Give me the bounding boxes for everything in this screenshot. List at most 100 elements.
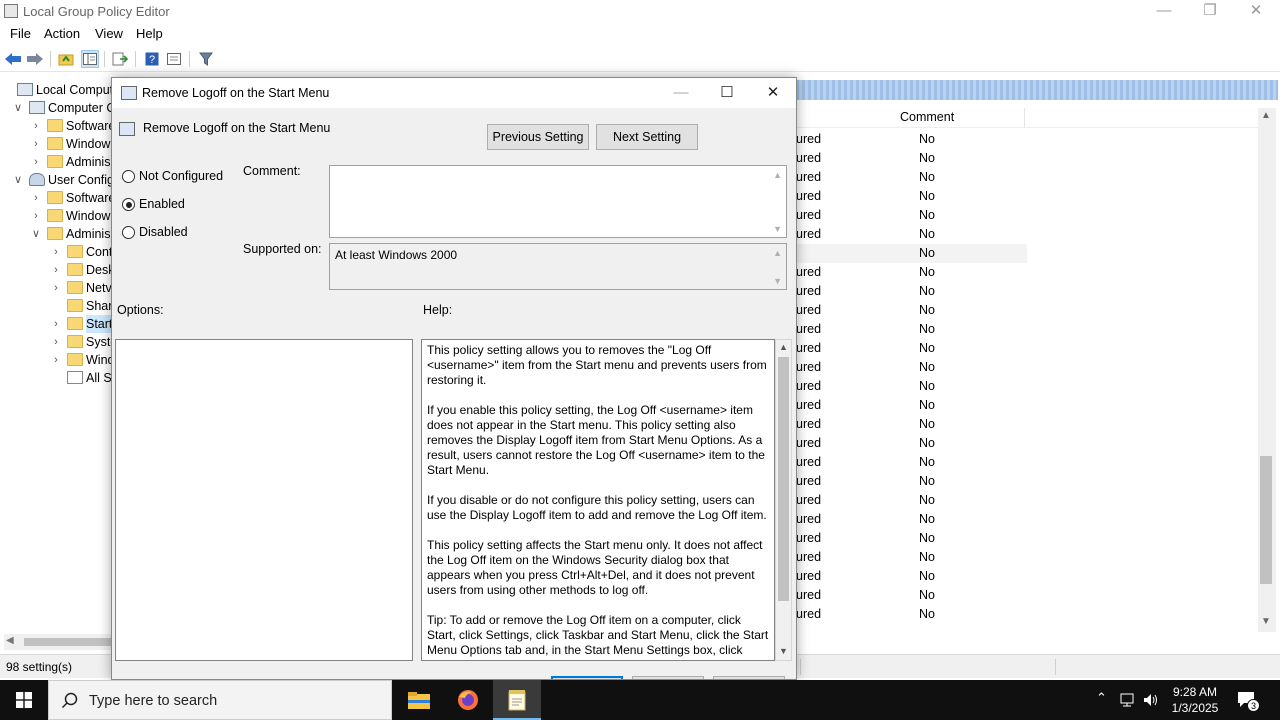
tree-node[interactable]: Local Compute xyxy=(0,81,111,99)
help-pane[interactable]: This policy setting allows you to remove… xyxy=(421,339,775,661)
table-row[interactable]: ured No xyxy=(796,548,1256,567)
table-row[interactable]: ured No xyxy=(796,377,1256,396)
table-row[interactable]: ured No xyxy=(796,320,1256,339)
table-row[interactable]: ured No xyxy=(796,206,1256,225)
tree-node[interactable]: All S xyxy=(50,369,111,387)
radio-circle[interactable] xyxy=(122,198,135,211)
action-center-button[interactable]: 3 xyxy=(1236,690,1260,712)
show-hidden-icons-chevron-icon[interactable]: ⌃ xyxy=(1096,690,1107,706)
tree-node[interactable]: › Syste xyxy=(50,333,111,351)
collapsed-chevron-icon[interactable]: › xyxy=(30,207,42,225)
notepad-taskbar-button[interactable] xyxy=(493,680,541,720)
table-row[interactable]: ured No xyxy=(796,225,1256,244)
tree-node[interactable]: › Wind xyxy=(50,351,111,369)
tree-node[interactable]: ∨ Computer C xyxy=(12,99,111,117)
tree-node[interactable]: › Window xyxy=(30,207,111,225)
collapsed-chevron-icon[interactable]: › xyxy=(50,351,62,369)
tree-node[interactable]: › Netv xyxy=(50,279,111,297)
menu-file[interactable]: File xyxy=(10,26,31,41)
previous-setting-button[interactable]: Previous Setting xyxy=(487,124,589,150)
dialog-maximize-button[interactable]: ☐ xyxy=(704,78,750,108)
minimize-button[interactable]: — xyxy=(1141,0,1187,24)
dialog-minimize-button[interactable]: — xyxy=(658,78,704,108)
table-row[interactable]: ured No xyxy=(796,358,1256,377)
tree-node[interactable]: › Software xyxy=(30,117,111,135)
comment-field[interactable]: ▲ ▼ xyxy=(329,165,787,238)
table-row[interactable]: ured No xyxy=(796,529,1256,548)
table-row[interactable]: ured No xyxy=(796,434,1256,453)
list-vertical-scrollbar[interactable]: ▲ ▼ xyxy=(1258,108,1276,632)
collapsed-chevron-icon[interactable]: › xyxy=(50,243,62,261)
taskbar-search-box[interactable]: Type here to search xyxy=(48,680,392,720)
radio-circle[interactable] xyxy=(122,170,135,183)
scroll-down-arrow-icon[interactable]: ▼ xyxy=(1261,616,1271,627)
tree-node[interactable]: › Adminis xyxy=(30,153,111,171)
up-folder-icon[interactable] xyxy=(57,50,75,68)
tree-node[interactable]: › Cont xyxy=(50,243,111,261)
table-row[interactable]: ured No xyxy=(796,130,1256,149)
expanded-chevron-icon[interactable]: ∨ xyxy=(12,171,24,189)
tree-node[interactable]: › Start xyxy=(50,315,111,333)
table-row[interactable]: ured No xyxy=(796,396,1256,415)
expanded-chevron-icon[interactable]: ∨ xyxy=(12,99,24,117)
table-row[interactable]: ured No xyxy=(796,453,1256,472)
export-list-icon[interactable] xyxy=(111,50,129,68)
collapsed-chevron-icon[interactable]: › xyxy=(50,279,62,297)
collapsed-chevron-icon[interactable]: › xyxy=(30,189,42,207)
collapsed-chevron-icon[interactable]: › xyxy=(30,153,42,171)
column-header-comment[interactable]: Comment xyxy=(900,110,954,124)
table-row[interactable]: ured No xyxy=(796,586,1256,605)
table-row[interactable]: ured No xyxy=(796,472,1256,491)
table-row[interactable]: ured No xyxy=(796,339,1256,358)
file-explorer-taskbar-button[interactable] xyxy=(395,680,443,720)
scroll-down-arrow-icon[interactable]: ▼ xyxy=(779,646,788,656)
table-row[interactable]: ured No xyxy=(796,605,1256,624)
properties-icon[interactable] xyxy=(165,50,183,68)
firefox-taskbar-button[interactable] xyxy=(444,680,492,720)
table-row[interactable]: ured No xyxy=(796,263,1256,282)
scroll-up-arrow-icon[interactable]: ▲ xyxy=(779,342,788,352)
tree-node[interactable]: › Desk xyxy=(50,261,111,279)
collapsed-chevron-icon[interactable]: › xyxy=(50,315,62,333)
table-row[interactable]: ured No xyxy=(796,282,1256,301)
start-button[interactable] xyxy=(0,680,48,720)
table-row[interactable]: No xyxy=(796,244,1027,263)
scroll-thumb[interactable] xyxy=(24,638,112,646)
volume-icon[interactable] xyxy=(1142,692,1160,708)
filter-icon[interactable] xyxy=(197,50,215,68)
menu-action[interactable]: Action xyxy=(44,26,80,41)
menu-view[interactable]: View xyxy=(95,26,123,41)
tree-node[interactable]: ∨ User Config xyxy=(12,171,111,189)
tree-node[interactable]: ∨ Adminis xyxy=(30,225,111,243)
help-icon[interactable]: ? xyxy=(143,50,161,68)
tree-node[interactable]: › Window xyxy=(30,135,111,153)
scroll-thumb[interactable] xyxy=(778,357,789,601)
supported-on-field[interactable]: At least Windows 2000 ▲ ▼ xyxy=(329,243,787,290)
table-row[interactable]: ured No xyxy=(796,149,1256,168)
show-tree-icon[interactable] xyxy=(81,50,99,68)
scroll-left-arrow-icon[interactable]: ◀ xyxy=(6,635,14,646)
collapsed-chevron-icon[interactable]: › xyxy=(30,117,42,135)
forward-arrow-icon[interactable] xyxy=(26,50,44,68)
radio-circle[interactable] xyxy=(122,226,135,239)
clock[interactable]: 9:28 AM 1/3/2025 xyxy=(1166,684,1224,716)
menu-help[interactable]: Help xyxy=(136,26,163,41)
collapsed-chevron-icon[interactable]: › xyxy=(30,135,42,153)
scroll-thumb[interactable] xyxy=(1260,456,1272,584)
close-button[interactable]: ✕ xyxy=(1233,0,1279,24)
maximize-button[interactable]: ❐ xyxy=(1187,0,1233,24)
expanded-chevron-icon[interactable]: ∨ xyxy=(30,225,42,243)
table-row[interactable]: ured No xyxy=(796,301,1256,320)
table-row[interactable]: ured No xyxy=(796,567,1256,586)
table-row[interactable]: ured No xyxy=(796,187,1256,206)
table-row[interactable]: ured No xyxy=(796,415,1256,434)
next-setting-button[interactable]: Next Setting xyxy=(596,124,698,150)
help-scrollbar[interactable]: ▲ ▼ xyxy=(775,339,792,661)
table-row[interactable]: ured No xyxy=(796,510,1256,529)
collapsed-chevron-icon[interactable]: › xyxy=(50,261,62,279)
network-icon[interactable] xyxy=(1118,692,1136,708)
table-row[interactable]: ured No xyxy=(796,491,1256,510)
dialog-close-button[interactable]: ✕ xyxy=(750,78,796,108)
tree-node[interactable]: Shar xyxy=(50,297,111,315)
tree-horizontal-scrollbar[interactable]: ◀ xyxy=(4,634,112,650)
